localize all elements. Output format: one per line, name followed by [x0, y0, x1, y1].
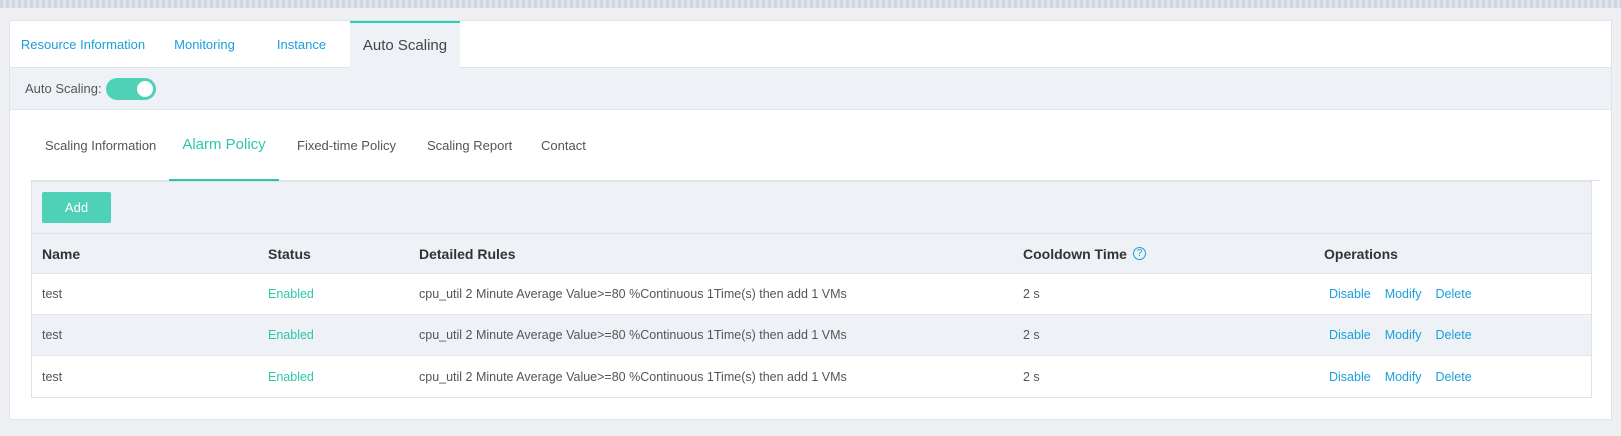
add-button[interactable]: Add [42, 192, 111, 223]
table-row: test Enabled cpu_util 2 Minute Average V… [32, 315, 1591, 356]
cell-status: Enabled [268, 287, 314, 301]
toggle-knob [136, 80, 153, 97]
cell-operations: Disable Modify Delete [1324, 356, 1481, 397]
header-operations: Operations [1324, 245, 1398, 262]
auto-scaling-label: Auto Scaling: [25, 81, 102, 96]
cell-status: Enabled [268, 369, 314, 384]
tab-scaling-report[interactable]: Scaling Report [427, 110, 512, 181]
cell-detailed-rules: cpu_util 2 Minute Average Value>=80 %Con… [419, 369, 847, 384]
help-circle-icon[interactable]: ? [1132, 247, 1146, 260]
cell-name: test [42, 287, 63, 301]
modify-link[interactable]: Modify [1385, 370, 1422, 384]
tab-resource-information[interactable]: Resource Information [10, 21, 156, 67]
auto-scaling-bar: Auto Scaling: [10, 68, 1611, 110]
cell-detailed-rules: cpu_util 2 Minute Average Value>=80 %Con… [419, 328, 847, 342]
delete-link[interactable]: Delete [1436, 287, 1472, 301]
header-name: Name [42, 245, 81, 262]
delete-link[interactable]: Delete [1436, 328, 1472, 342]
cell-name: test [42, 328, 63, 342]
header-detailed-rules: Detailed Rules [419, 245, 516, 262]
disable-link[interactable]: Disable [1329, 287, 1371, 301]
alarm-policy-table: Add Name Status Detailed Rules Cooldown … [31, 181, 1592, 398]
cell-status: Enabled [268, 328, 314, 342]
header-cooldown-label: Cooldown Time [1023, 245, 1127, 262]
cell-operations: Disable Modify Delete [1324, 274, 1481, 314]
disable-link[interactable]: Disable [1329, 370, 1371, 384]
tab-contact[interactable]: Contact [541, 110, 586, 181]
table-toolbar: Add [32, 182, 1591, 234]
top-dashed-border [0, 0, 1621, 8]
auto-scaling-toggle[interactable] [105, 77, 156, 100]
header-cooldown-time: Cooldown Time ? [1023, 234, 1146, 273]
tab-scaling-information[interactable]: Scaling Information [45, 110, 156, 181]
cell-cooldown: 2 s [1023, 328, 1040, 342]
delete-link[interactable]: Delete [1436, 370, 1472, 384]
cell-operations: Disable Modify Delete [1324, 315, 1481, 355]
cell-cooldown: 2 s [1023, 287, 1040, 301]
cell-name: test [42, 369, 63, 384]
tab-fixed-time-policy[interactable]: Fixed-time Policy [297, 110, 396, 181]
detail-panel: Resource Information Monitoring Instance… [9, 20, 1612, 420]
tab-alarm-policy[interactable]: Alarm Policy [169, 110, 279, 181]
tab-instance[interactable]: Instance [253, 21, 350, 67]
modify-link[interactable]: Modify [1385, 328, 1422, 342]
header-status: Status [268, 245, 311, 262]
cell-detailed-rules: cpu_util 2 Minute Average Value>=80 %Con… [419, 287, 847, 301]
modify-link[interactable]: Modify [1385, 287, 1422, 301]
cell-cooldown: 2 s [1023, 369, 1040, 384]
main-tab-bar: Resource Information Monitoring Instance… [10, 21, 1611, 68]
tab-auto-scaling[interactable]: Auto Scaling [350, 21, 460, 68]
table-row: test Enabled cpu_util 2 Minute Average V… [32, 356, 1591, 397]
tab-monitoring[interactable]: Monitoring [156, 21, 253, 67]
disable-link[interactable]: Disable [1329, 328, 1371, 342]
sub-tab-bar: Scaling Information Alarm Policy Fixed-t… [30, 110, 1600, 181]
table-row: test Enabled cpu_util 2 Minute Average V… [32, 274, 1591, 315]
table-header-row: Name Status Detailed Rules Cooldown Time… [32, 234, 1591, 274]
